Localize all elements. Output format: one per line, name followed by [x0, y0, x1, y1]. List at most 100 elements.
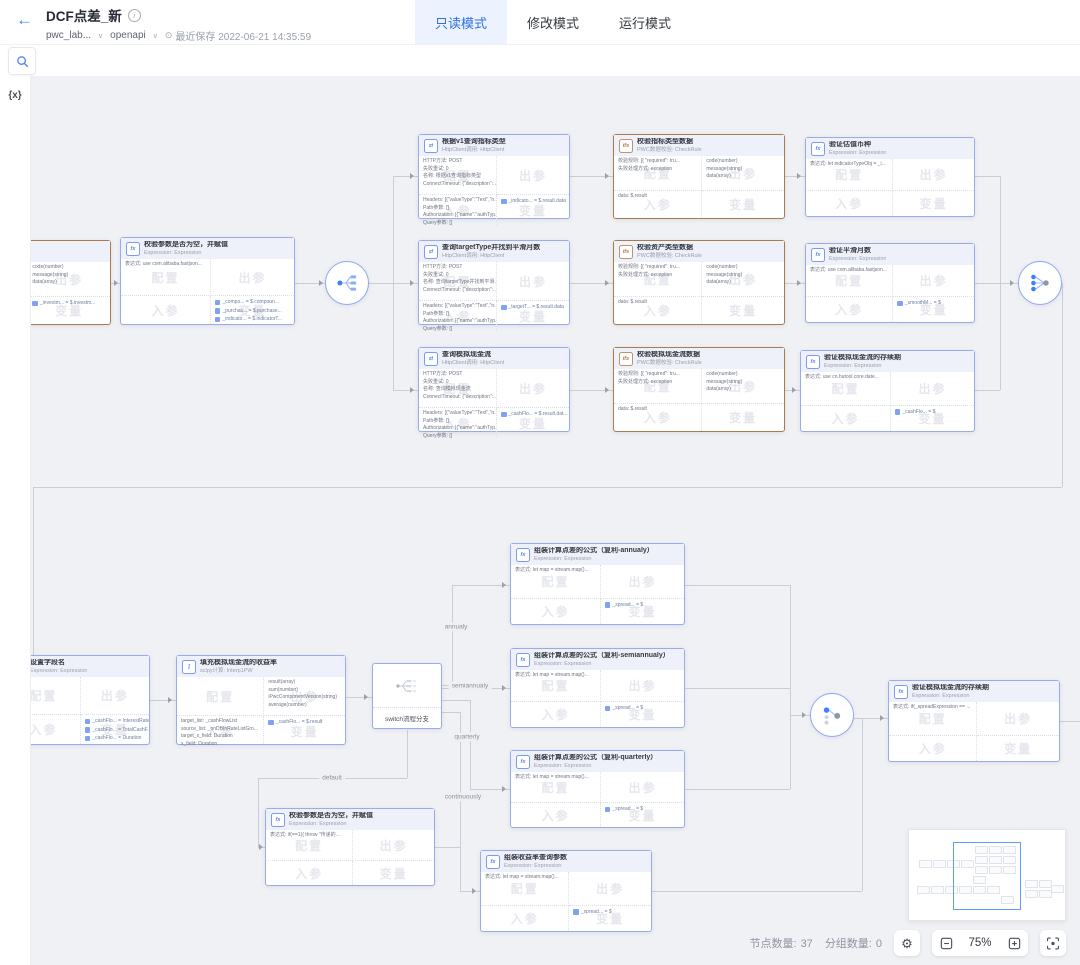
node-quadrant: 入参 — [266, 861, 353, 885]
node-expr-check-params-assign[interactable]: fx校验参数是否为空，并赋值Expression: Expression配置表达… — [120, 237, 295, 325]
clock-icon: ⊙ — [165, 30, 173, 41]
edge-arrowhead — [410, 280, 417, 286]
gateway-join[interactable] — [1018, 261, 1062, 305]
node-subtitle: Expression: Expression — [829, 150, 886, 156]
back-button[interactable]: ← — [16, 11, 33, 28]
node-quadrant: 出参 — [81, 677, 149, 715]
minimap-node — [917, 886, 930, 894]
minimap[interactable] — [908, 829, 1066, 921]
gateway-fork[interactable] — [325, 261, 369, 305]
gateway-merge[interactable] — [810, 693, 854, 737]
variables-tool[interactable]: {x} — [0, 90, 30, 101]
node-quadrant: 配置HTTP方法: POST失败重试: 0名称: 根据v1查询指标类型Conne… — [419, 156, 497, 195]
node-expr-check-params-assign-2[interactable]: fx校验参数是否为空，并赋值Expression: Expression配置表达… — [265, 808, 435, 886]
node-quadrant: 配置表达式: let map = stream.map()... — [511, 772, 601, 803]
node-body: 配置校验规则: [{ "required": tru...失败处理方式: exc… — [614, 369, 784, 431]
node-config-lines: code(number)message(string)data(array) — [706, 371, 780, 394]
node-config-lines: 表达式: let map = stream.map()... — [515, 774, 596, 782]
node-quadrant: 出参 — [891, 372, 974, 406]
node-config-lines: 校验规则: [{ "required": tru...失败处理方式: excep… — [618, 158, 697, 173]
zoom-out-icon — [939, 936, 954, 951]
node-expr-verify-currency[interactable]: fx验证估值币种Expression: Expression配置表达式: let… — [805, 137, 975, 217]
variable-badge: _spread... = $ — [605, 805, 680, 814]
node-quadrant: 变量 — [702, 191, 784, 218]
minimap-node — [1051, 885, 1064, 893]
node-header: fx验证模拟现金流的存续期Expression: Expression — [801, 351, 974, 372]
node-quadrant: 配置HTTP方法: POST失败重试: 0名称: 查询targetType并找到… — [419, 262, 497, 301]
expr-node-icon: fx — [486, 855, 500, 869]
expr-node-icon: fx — [126, 242, 140, 256]
node-title: 组装收益率查询参数 — [504, 854, 567, 862]
minimap-node — [919, 860, 932, 868]
node-header: fx校验参数是否为空，并赋值Expression: Expression — [266, 809, 434, 830]
minimap-viewport[interactable] — [953, 842, 1021, 910]
node-quadrant: 变量_indicato... = $.result.data — [497, 195, 569, 225]
quadrant-watermark: 出参 — [81, 677, 149, 714]
node-expr-formula-semiannualy[interactable]: fx组装计算点差的公式（复利-semiannualy）Expression: E… — [510, 648, 685, 728]
node-config-lines: 表达式: use com.alibaba.fastjson... — [810, 267, 888, 275]
edge — [442, 712, 460, 713]
settings-button[interactable]: ⚙ — [894, 930, 920, 956]
node-quadrant: 出参 — [893, 265, 974, 297]
node-http-query-indicator-type[interactable]: ⇄根据v1查询指标类型HttpClient调用: HttpClient配置HTT… — [418, 134, 570, 219]
node-scipy-fill-cashflow-yield[interactable]: ∫填充模拟现金流的收益率scipy计算: Interp1PW配置出参result… — [176, 655, 346, 745]
edge-arrowhead — [502, 786, 509, 792]
node-check-sim-cashflow-data[interactable]: ifs校验模拟现金流数据PWC数据校验: CheckRule配置校验规则: [{… — [613, 347, 785, 432]
zoom-out-button[interactable] — [932, 930, 960, 956]
edge — [975, 390, 1000, 391]
node-quadrant: 入参 — [806, 297, 893, 322]
node-check-asset-type-data[interactable]: ifs校验资产类型数据PWC数据校验: CheckRule配置校验规则: [{ … — [613, 240, 785, 325]
check-node-icon: ifs — [619, 139, 633, 153]
zoom-in-button[interactable] — [1000, 930, 1028, 956]
edge — [975, 176, 1000, 177]
quadrant-watermark: 变量 — [353, 861, 434, 885]
node-config-lines: data: $.result — [618, 406, 697, 414]
tab-edit-mode[interactable]: 修改模式 — [507, 0, 599, 44]
variable-badge: _smoothM... = $ — [897, 299, 970, 308]
node-http-query-sim-cashflow[interactable]: ⇄查询模拟现金流HttpClient调用: HttpClient配置HTTP方法… — [418, 347, 570, 432]
node-body: 配置表达式: let map = stream.map()...出参入参变量_s… — [481, 872, 651, 931]
node-http-query-targettype[interactable]: ⇄查询targetType并找到平滑月数HttpClient调用: HttpCl… — [418, 240, 570, 325]
quadrant-watermark: 配置 — [177, 677, 263, 715]
project-select[interactable]: pwc_lab... — [46, 30, 91, 41]
node-expr-verify-cashflow-duration-2[interactable]: fx验证模拟现金流的存续期Expression: Expression配置表达式… — [888, 680, 1060, 762]
node-expr-build-yield-query[interactable]: fx 组装收益率查询参数Expression: Expression 配置表达式: … — [480, 850, 652, 932]
node-body: 配置表达式: let map = stream.map()...出参入参变量_s… — [511, 565, 684, 624]
node-title: 校验指标类型数据 — [637, 138, 702, 146]
variable-badge: _targetT... = $.result.data — [501, 303, 565, 312]
node-quadrant: 入参 — [511, 599, 601, 624]
node-check-indicator-type-data[interactable]: ifs校验指标类型数据PWC数据校验: CheckRule配置校验规则: [{ … — [613, 134, 785, 219]
node-title: 验证模拟现金流的存续期 — [912, 684, 989, 692]
node-quadrant: 入参Headers: [{"valueType":"Text","n...Pat… — [419, 195, 497, 225]
quadrant-watermark: 出参 — [893, 159, 974, 190]
node-subtitle: Expression: Expression — [504, 863, 567, 869]
node-title: 校验模拟现金流数据 — [637, 351, 702, 359]
tab-run-mode[interactable]: 运行模式 — [599, 0, 691, 44]
search-button[interactable] — [8, 47, 36, 75]
node-expr-formula-annualy[interactable]: fx组装计算点差的公式（复利-annualy）Expression: Expre… — [510, 543, 685, 625]
node-quadrant: 配置表达式: if(==1){ throw "传递的... — [266, 830, 353, 861]
edge — [1060, 721, 1080, 722]
flow-canvas[interactable]: ifs配置出参code(number)message(string)data(a… — [0, 76, 1080, 965]
node-quadrant: 变量_cashFlo... = InterestRate_cashFlo... … — [81, 715, 149, 744]
edge-arrowhead — [502, 685, 509, 691]
chevron-down-icon[interactable]: ∨ — [98, 32, 103, 40]
minimap-node — [1025, 880, 1038, 888]
node-expr-formula-quarterly[interactable]: fx组装计算点差的公式（复利-quarterly）Expression: Exp… — [510, 750, 685, 828]
fit-view-button[interactable] — [1040, 930, 1066, 956]
node-expr-verify-cashflow-duration[interactable]: fx验证模拟现金流的存续期Expression: Expression配置表达式… — [800, 350, 975, 432]
chevron-down-icon[interactable]: ∨ — [153, 32, 158, 40]
node-subtitle: HttpClient调用: HttpClient — [442, 360, 504, 366]
node-expr-verify-smooth-months[interactable]: fx验证平滑月数Expression: Expression配置表达式: use… — [805, 243, 975, 323]
node-switch-branch[interactable]: switch流程分支 — [372, 663, 442, 729]
node-config-lines: 校验规则: [{ "required": tru...失败处理方式: excep… — [618, 264, 697, 279]
node-subtitle: scipy计算: Interp1PW — [200, 668, 277, 674]
quadrant-watermark: 出参 — [569, 872, 651, 905]
module-select[interactable]: openapi — [110, 30, 146, 41]
info-icon[interactable]: i — [128, 9, 141, 22]
node-quadrant: 配置表达式: use cn.hutool.core.date... — [801, 372, 891, 406]
edge — [452, 585, 453, 685]
http-node-icon: ⇄ — [424, 245, 438, 259]
node-config-lines: 表达式: use cn.hutool.core.date... — [805, 374, 886, 382]
tab-readonly-mode[interactable]: 只读模式 — [415, 0, 507, 44]
